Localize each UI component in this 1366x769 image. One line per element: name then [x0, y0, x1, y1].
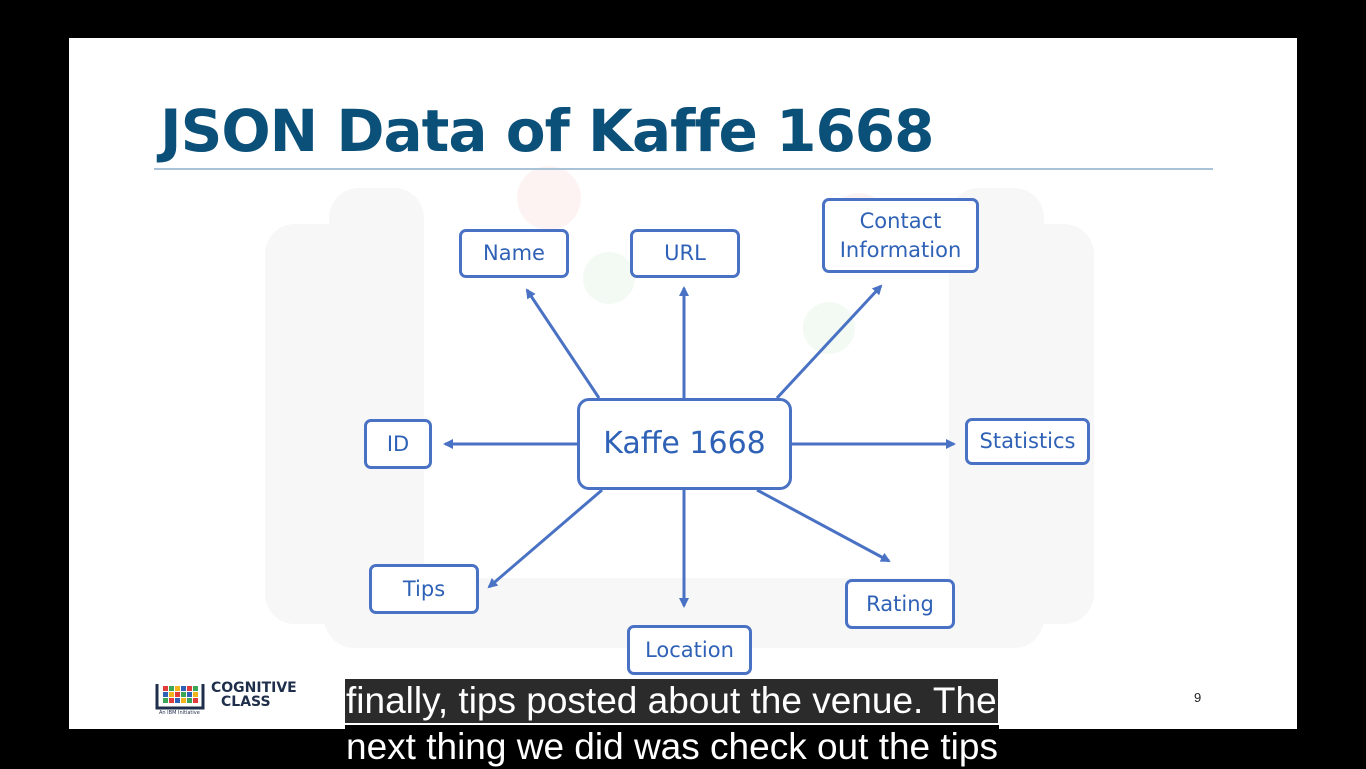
subtitle-line-2: next thing we did was check out the tips — [345, 725, 999, 769]
node-name: Name — [459, 229, 569, 278]
node-contact-information: Contact Information — [822, 198, 979, 273]
page-number: 9 — [1194, 690, 1202, 705]
node-rating: Rating — [845, 579, 955, 629]
arrow-to-rating — [756, 488, 891, 563]
book-grid-icon — [155, 684, 205, 710]
logo-line-1: COGNITIVE — [211, 680, 297, 696]
arrow-to-contact — [775, 284, 883, 400]
logo-line-2: CLASS — [221, 694, 271, 710]
logo-tagline: An IBM Initiative — [159, 710, 200, 716]
node-statistics: Statistics — [965, 418, 1090, 465]
node-location: Location — [627, 625, 752, 675]
logo-wordmark: COGNITIVE CLASS — [211, 681, 297, 709]
cognitive-class-logo: COGNITIVE CLASS — [155, 680, 297, 710]
diagram-center-node: Kaffe 1668 — [577, 398, 792, 490]
node-url: URL — [630, 229, 740, 278]
arrow-to-tips — [487, 488, 603, 589]
node-id: ID — [364, 419, 432, 469]
arrow-to-name — [525, 288, 601, 399]
subtitle-line-1: finally, tips posted about the venue. Th… — [345, 679, 998, 723]
slide: JSON Data of Kaffe 1668 Kaffe 1668 Name … — [69, 38, 1297, 729]
node-tips: Tips — [369, 564, 479, 614]
